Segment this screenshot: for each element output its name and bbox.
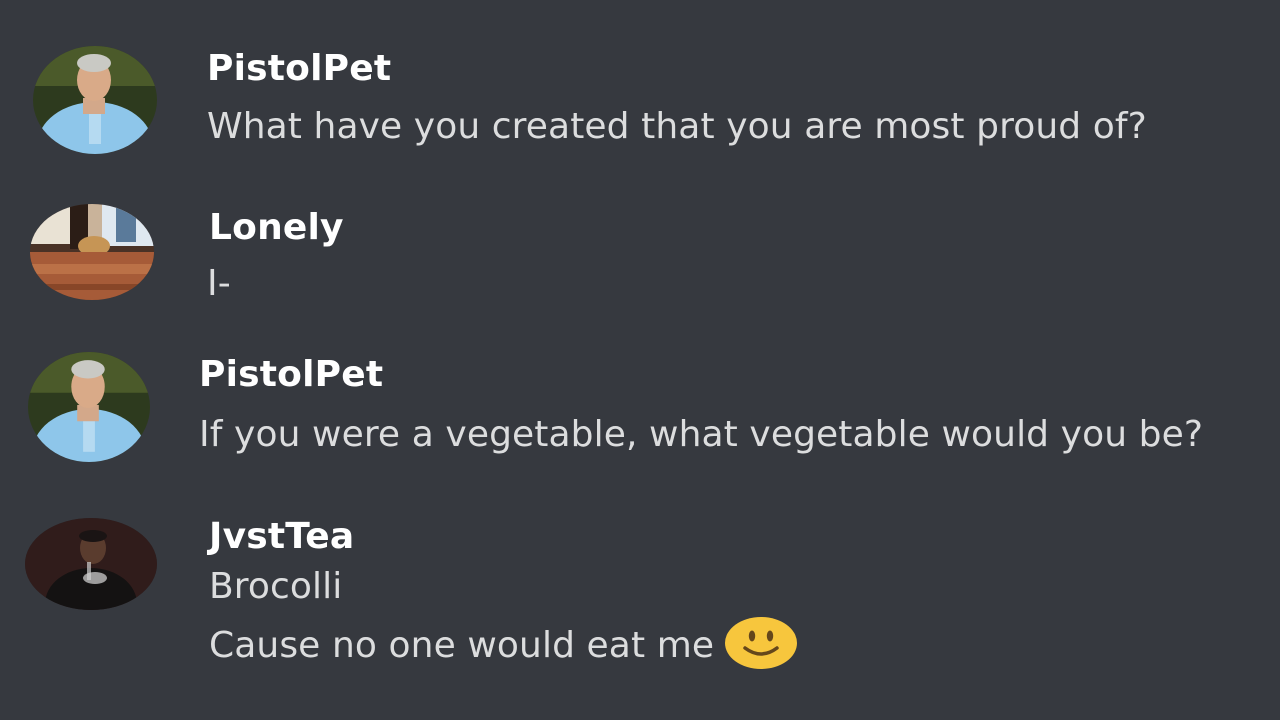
message-text: Brocolli: [209, 566, 343, 607]
message-text: If you were a vegetable, what vegetable …: [199, 414, 1204, 455]
slightly-smiling-face-icon: [724, 616, 798, 670]
message-author[interactable]: JvstTea: [209, 516, 354, 557]
avatar[interactable]: [30, 204, 154, 300]
person-dark-avatar-icon: [25, 518, 157, 610]
avatar[interactable]: [33, 46, 157, 154]
avatar[interactable]: [28, 352, 150, 462]
message-author[interactable]: PistolPet: [207, 48, 391, 89]
message-author[interactable]: PistolPet: [199, 354, 383, 395]
message-group: JvstTea Brocolli Cause no one would eat …: [0, 500, 1280, 720]
message-group: Lonely I-: [0, 170, 1280, 330]
message-text: I-: [207, 263, 231, 304]
message-group: PistolPet What have you created that you…: [0, 0, 1280, 170]
message-group: PistolPet If you were a vegetable, what …: [0, 330, 1280, 500]
message-text: What have you created that you are most …: [207, 106, 1147, 147]
avatar[interactable]: [25, 518, 157, 610]
message-text: Cause no one would eat me: [209, 625, 715, 666]
footballer-avatar-icon: [33, 46, 157, 154]
room-photo-avatar-icon: [30, 204, 154, 300]
footballer-avatar-icon: [28, 352, 150, 462]
message-author[interactable]: Lonely: [209, 207, 344, 248]
message-text-line: Cause no one would eat me: [209, 617, 798, 670]
